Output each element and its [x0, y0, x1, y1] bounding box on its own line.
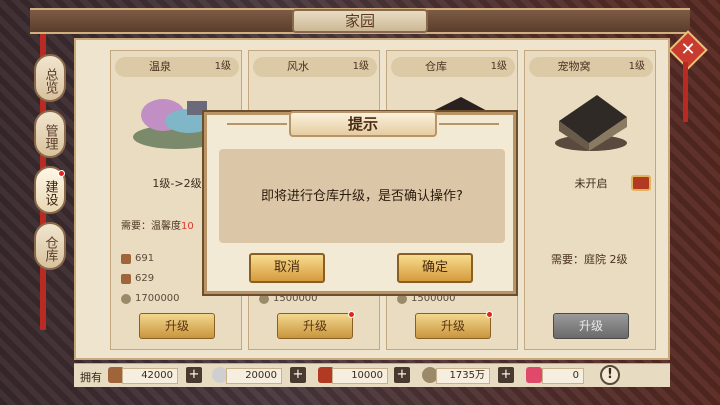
resource-silver: 1700000 [121, 293, 180, 304]
resource-silver: 1500000 [397, 293, 456, 304]
requirement: 需要：庭院 2级 [551, 253, 628, 266]
tab-overview[interactable]: 总览 [34, 54, 66, 102]
building-name: 风水 [287, 60, 309, 73]
silver-icon [121, 294, 131, 304]
gem-amount: 0 [542, 368, 584, 384]
confirm-button[interactable]: 确定 [397, 253, 473, 283]
confirm-dialog: 提示 即将进行仓库升级，是否确认操作? 取消 确定 [204, 111, 516, 294]
dialog-message: 即将进行仓库升级，是否确认操作? [261, 189, 463, 204]
resource-amount: 629 [135, 273, 155, 284]
dialog-message-box: 即将进行仓库升级，是否确认操作? [219, 149, 505, 243]
add-silver-button[interactable]: + [498, 367, 514, 383]
close-icon: ✕ [680, 39, 696, 60]
wood-amount: 42000 [122, 368, 178, 384]
wood-icon [121, 254, 131, 264]
pet-den-image [555, 95, 627, 151]
card-header: 仓库 1级 [391, 57, 515, 77]
resource-amount: 1500000 [273, 293, 318, 304]
cancel-button[interactable]: 取消 [249, 253, 325, 283]
building-name: 宠物窝 [557, 60, 591, 73]
upgrade-button[interactable]: 升级 [415, 311, 493, 339]
add-stone-button[interactable]: + [290, 367, 306, 383]
building-name: 温泉 [149, 60, 171, 73]
requirement: 需要：温馨度10 [121, 217, 194, 232]
resource-bar: 拥有 42000 + 20000 + 10000 + 1735万 + 0 [74, 363, 670, 387]
building-level: 1级 [352, 61, 369, 72]
owned-label: 拥有 [80, 371, 102, 384]
building-level: 1级 [214, 61, 231, 72]
notification-dot [348, 311, 355, 318]
notification-dot [58, 170, 65, 177]
resource-amount: 1500000 [411, 293, 456, 304]
silver-amount: 1735万 [436, 368, 490, 384]
button-label: 升级 [302, 319, 327, 333]
resource-silver: 1500000 [259, 293, 318, 304]
tab-manage[interactable]: 管理 [34, 110, 66, 158]
card-header: 宠物窝 1级 [529, 57, 653, 77]
tab-warehouse[interactable]: 仓库 [34, 222, 66, 270]
dialog-title: 提示 [227, 111, 499, 137]
card-header: 温泉 1级 [115, 57, 239, 77]
card-header: 风水 1级 [253, 57, 377, 77]
resource-brick: 629 [121, 273, 155, 284]
info-button[interactable]: ! [600, 365, 620, 385]
resource-wood: 691 [121, 253, 155, 264]
upgrade-button[interactable]: 升级 [277, 311, 355, 339]
resource-amount: 691 [135, 253, 155, 264]
silver-icon [259, 294, 269, 304]
building-level: 1级 [628, 61, 645, 72]
chest-icon[interactable] [631, 175, 651, 191]
button-label: 升级 [440, 319, 465, 333]
building-name: 仓库 [425, 60, 447, 73]
brick-amount: 10000 [332, 368, 388, 384]
add-wood-button[interactable]: + [186, 367, 202, 383]
silver-icon [397, 294, 407, 304]
hanging-ribbon-right [683, 62, 688, 122]
upgrade-button-disabled[interactable]: 升级 [553, 313, 629, 339]
building-level: 1级 [490, 61, 507, 72]
upgrade-button[interactable]: 升级 [139, 313, 215, 339]
stone-amount: 20000 [226, 368, 282, 384]
resource-amount: 1700000 [135, 293, 180, 304]
page-title: 家园 [292, 9, 428, 33]
requirement-label: 需要：温馨度 [121, 221, 181, 232]
add-brick-button[interactable]: + [394, 367, 410, 383]
brick-icon [121, 274, 131, 284]
building-card-pet-den: 宠物窝 1级 未开启 需要：庭院 2级 升级 [524, 50, 656, 350]
notification-dot [486, 311, 493, 318]
requirement-value: 10 [181, 221, 194, 232]
gem-icon [526, 367, 542, 383]
